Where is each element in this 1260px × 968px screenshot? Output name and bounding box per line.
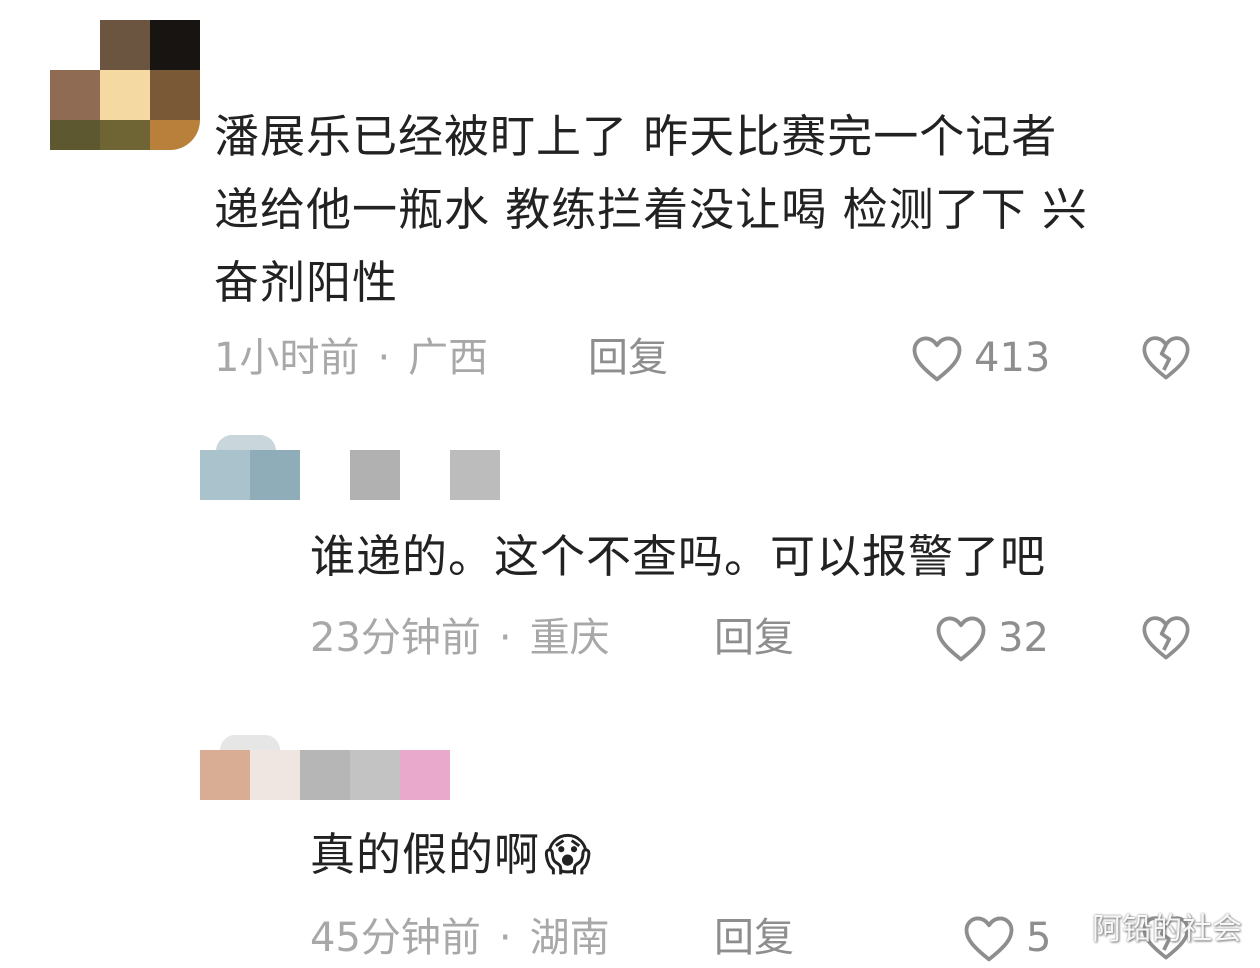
comment-time: 1小时前 — [214, 335, 360, 381]
comment-time: 45分钟前 — [310, 915, 481, 961]
comment-location: 湖南 — [529, 915, 610, 961]
dislike-button[interactable] — [1140, 612, 1192, 664]
broken-heart-icon — [1140, 332, 1192, 382]
comment-meta: 23分钟前 · 重庆 — [310, 610, 610, 666]
comment-text-line: 递给他一瓶水 教练拦着没让喝 检测了下 兴 — [214, 183, 1088, 236]
like-count: 413 — [974, 335, 1051, 381]
comment-text: 谁递的。这个不查吗。可以报警了吧 — [310, 520, 1210, 593]
broken-heart-icon — [1140, 612, 1192, 662]
like-count: 32 — [998, 615, 1049, 661]
comment-text: 潘展乐已经被盯上了 昨天比赛完一个记者 递给他一瓶水 教练拦着没让喝 检测了下 … — [214, 100, 1214, 319]
username-pixelated[interactable] — [200, 435, 500, 500]
comment-text: 真的假的啊😱 — [310, 818, 910, 891]
comment-text-line: 谁递的。这个不查吗。可以报警了吧 — [310, 530, 1047, 583]
username-pixelated[interactable] — [200, 735, 450, 800]
comment-time: 23分钟前 — [310, 615, 481, 661]
meta-separator: · — [377, 335, 391, 381]
comment-text-line: 真的假的啊 — [310, 828, 541, 881]
comment-location: 重庆 — [529, 615, 610, 661]
watermark: 阿铅的社会 — [1092, 912, 1242, 947]
comment-meta: 45分钟前 · 湖南 — [310, 910, 610, 966]
reply-button[interactable]: 回复 — [714, 910, 794, 966]
comment-meta: 1小时前 · 广西 — [214, 330, 488, 386]
like-button[interactable]: 32 — [934, 610, 1049, 666]
comment-text-line: 潘展乐已经被盯上了 昨天比赛完一个记者 — [214, 110, 1058, 163]
meta-separator: · — [498, 615, 512, 661]
dislike-button[interactable] — [1140, 332, 1192, 384]
shocked-face-emoji: 😱 — [544, 828, 592, 881]
reply-button[interactable]: 回复 — [714, 610, 794, 666]
like-count: 5 — [1026, 915, 1052, 961]
avatar[interactable] — [50, 20, 200, 150]
heart-outline-icon — [934, 613, 988, 663]
like-button[interactable]: 413 — [910, 330, 1050, 386]
meta-separator: · — [498, 915, 512, 961]
reply-button[interactable]: 回复 — [588, 330, 668, 386]
heart-outline-icon — [910, 333, 964, 383]
like-button[interactable]: 5 — [962, 910, 1051, 966]
comment-location: 广西 — [408, 335, 489, 381]
heart-outline-icon — [962, 913, 1016, 963]
comment-text-line: 奋剂阳性 — [214, 256, 399, 309]
